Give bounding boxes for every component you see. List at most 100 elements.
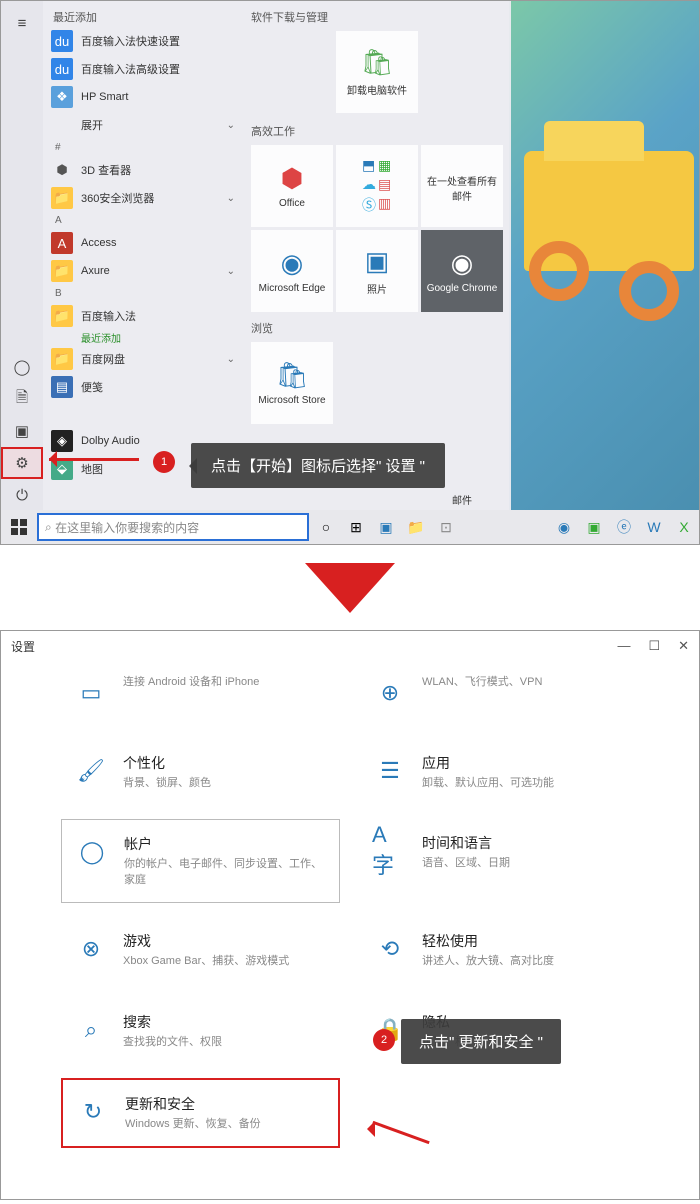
hamburger-icon[interactable]: ≡	[1, 7, 43, 39]
time-icon: A字	[372, 833, 408, 869]
annotation-badge-1: 1	[153, 451, 175, 473]
app-baidu-ime[interactable]: 📁百度输入法	[43, 302, 243, 330]
taskbar-tray-icon[interactable]: ▣	[581, 514, 607, 540]
window-titlebar: 设置 — ☐ ✕	[1, 631, 699, 661]
letter-hash[interactable]: #	[43, 139, 243, 156]
app-360-browser[interactable]: 📁360安全浏览器⌄	[43, 184, 243, 212]
app-baidu-disk[interactable]: 📁百度网盘⌄	[43, 345, 243, 373]
start-menu: ≡ ◯ 🗎 ▣ ⚙ ⏻ 最近添加 du百度输入法快速设置 du百度输入法高级设置…	[1, 1, 511, 511]
start-tiles: 软件下载与管理 🛍卸载电脑软件 高效工作 ⬢Office ⬒▦☁▤Ⓢ▥ 在一处查…	[243, 1, 511, 511]
app-label: 百度输入法快速设置	[81, 33, 180, 49]
app-sticky-notes[interactable]: ▤便笺	[43, 373, 243, 401]
tile-office-apps[interactable]: ⬒▦☁▤Ⓢ▥	[336, 145, 418, 227]
search-icon: ⌕	[73, 1012, 109, 1048]
tile-label: 在一处查看所有邮件	[421, 173, 503, 203]
apps-icon: ☰	[372, 753, 408, 789]
setting-network[interactable]: ⊕ WLAN、飞行模式、VPN	[360, 661, 639, 725]
maximize-button[interactable]: ☐	[648, 638, 660, 654]
setting-desc: 连接 Android 设备和 iPhone	[123, 675, 328, 690]
taskbar-tray-icon[interactable]: ◉	[551, 514, 577, 540]
setting-title: 帐户	[124, 834, 327, 854]
setting-title: 时间和语言	[422, 833, 627, 853]
personalization-icon: 🖌	[73, 753, 109, 789]
app-label: 展开	[81, 117, 103, 133]
tile-group-header: 软件下载与管理	[251, 9, 503, 25]
power-icon[interactable]: ⏻	[1, 479, 43, 511]
app-baidu-fast[interactable]: du百度输入法快速设置	[43, 27, 243, 55]
documents-icon[interactable]: 🗎	[1, 383, 43, 415]
minimize-button[interactable]: —	[617, 638, 630, 654]
app-label: Access	[81, 237, 116, 249]
taskbar-app-icon[interactable]: ⊡	[433, 514, 459, 540]
recent-added-label: 最近添加	[43, 330, 243, 345]
tile-office[interactable]: ⬢Office	[251, 145, 333, 227]
settings-grid: ▭ 连接 Android 设备和 iPhone ⊕ WLAN、飞行模式、VPN …	[1, 661, 699, 1148]
app-label: Dolby Audio	[81, 435, 140, 447]
setting-personalization[interactable]: 🖌 个性化背景、锁屏、颜色	[61, 739, 340, 805]
app-label: 便笺	[81, 379, 103, 395]
app-label: 地图	[81, 461, 103, 477]
tile-mail[interactable]: 在一处查看所有邮件邮件	[421, 145, 503, 227]
setting-apps[interactable]: ☰ 应用卸载、默认应用、可选功能	[360, 739, 639, 805]
setting-time-language[interactable]: A字 时间和语言语音、区域、日期	[360, 819, 639, 903]
setting-update-security[interactable]: ↻ 更新和安全Windows 更新、恢复、备份	[61, 1078, 340, 1148]
tile-photos[interactable]: ▣照片	[336, 230, 418, 312]
task-view-icon[interactable]: ⊞	[343, 514, 369, 540]
letter-b[interactable]: B	[43, 285, 243, 302]
search-icon: ⌕	[45, 520, 52, 535]
setting-ease-of-access[interactable]: ⟲ 轻松使用讲述人、放大镜、高对比度	[360, 917, 639, 983]
app-label: 百度输入法高级设置	[81, 61, 180, 77]
down-arrow-icon	[305, 563, 395, 613]
pictures-icon[interactable]: ▣	[1, 415, 43, 447]
annotation-badge-2: 2	[373, 1029, 395, 1051]
app-access[interactable]: AAccess	[43, 229, 243, 257]
arrow-head-icon	[41, 451, 57, 467]
wallpaper-decoration	[619, 261, 679, 321]
app-label: 百度输入法	[81, 308, 136, 324]
tile-label: Office	[279, 198, 305, 209]
taskbar-tray-icon[interactable]: ⓔ	[611, 514, 637, 540]
taskbar-search[interactable]: ⌕ 在这里输入你要搜索的内容	[37, 513, 309, 541]
close-button[interactable]: ✕	[678, 638, 689, 654]
setting-search[interactable]: ⌕ 搜索查找我的文件、权限	[61, 998, 340, 1064]
window-title: 设置	[11, 638, 35, 655]
screenshot-settings: 设置 — ☐ ✕ ▭ 连接 Android 设备和 iPhone ⊕ WLAN、…	[0, 630, 700, 1200]
settings-icon[interactable]: ⚙	[1, 447, 43, 479]
tile-label: Microsoft Edge	[259, 283, 326, 294]
taskbar-app-icon[interactable]: ▣	[373, 514, 399, 540]
tile-edge[interactable]: ◉Microsoft Edge	[251, 230, 333, 312]
tile-chrome[interactable]: ◉Google Chrome	[421, 230, 503, 312]
app-axure[interactable]: 📁Axure⌄	[43, 257, 243, 285]
screenshot-start-menu: ≡ ◯ 🗎 ▣ ⚙ ⏻ 最近添加 du百度输入法快速设置 du百度输入法高级设置…	[0, 0, 700, 545]
cortana-icon[interactable]: ○	[313, 514, 339, 540]
arrow-head-icon	[359, 1121, 375, 1137]
tile-label: 照片	[367, 281, 387, 296]
tile-uninstall[interactable]: 🛍卸载电脑软件	[336, 31, 418, 113]
accounts-icon: ◯	[74, 834, 110, 870]
start-app-list: 最近添加 du百度输入法快速设置 du百度输入法高级设置 ❖HP Smart 展…	[43, 1, 243, 511]
app-hp-smart[interactable]: ❖HP Smart	[43, 83, 243, 111]
app-label: 360安全浏览器	[81, 190, 154, 206]
app-label: 百度网盘	[81, 351, 125, 367]
tile-group-header: 高效工作	[251, 123, 503, 139]
tile-label: Microsoft Store	[258, 395, 325, 406]
user-icon[interactable]: ◯	[1, 351, 43, 383]
app-label: 3D 查看器	[81, 162, 131, 178]
gaming-icon: ⊗	[73, 931, 109, 967]
search-placeholder: 在这里输入你要搜索的内容	[55, 519, 199, 536]
setting-accounts[interactable]: ◯ 帐户你的帐户、电子邮件、同步设置、工作、家庭	[61, 819, 340, 903]
setting-gaming[interactable]: ⊗ 游戏Xbox Game Bar、捕获、游戏模式	[61, 917, 340, 983]
update-icon: ↻	[75, 1094, 111, 1130]
start-button[interactable]	[5, 513, 33, 541]
setting-phone[interactable]: ▭ 连接 Android 设备和 iPhone	[61, 661, 340, 725]
taskbar-app-icon[interactable]: 📁	[403, 514, 429, 540]
taskbar-tray-icon[interactable]: W	[641, 514, 667, 540]
setting-desc: Xbox Game Bar、捕获、游戏模式	[123, 954, 328, 969]
expand-button[interactable]: 展开⌄	[43, 111, 243, 139]
setting-title: 应用	[422, 753, 627, 773]
taskbar-tray-icon[interactable]: X	[671, 514, 697, 540]
tile-store[interactable]: 🛍Microsoft Store	[251, 342, 333, 424]
letter-a[interactable]: A	[43, 212, 243, 229]
app-3d-viewer[interactable]: ⬢3D 查看器	[43, 156, 243, 184]
app-baidu-adv[interactable]: du百度输入法高级设置	[43, 55, 243, 83]
